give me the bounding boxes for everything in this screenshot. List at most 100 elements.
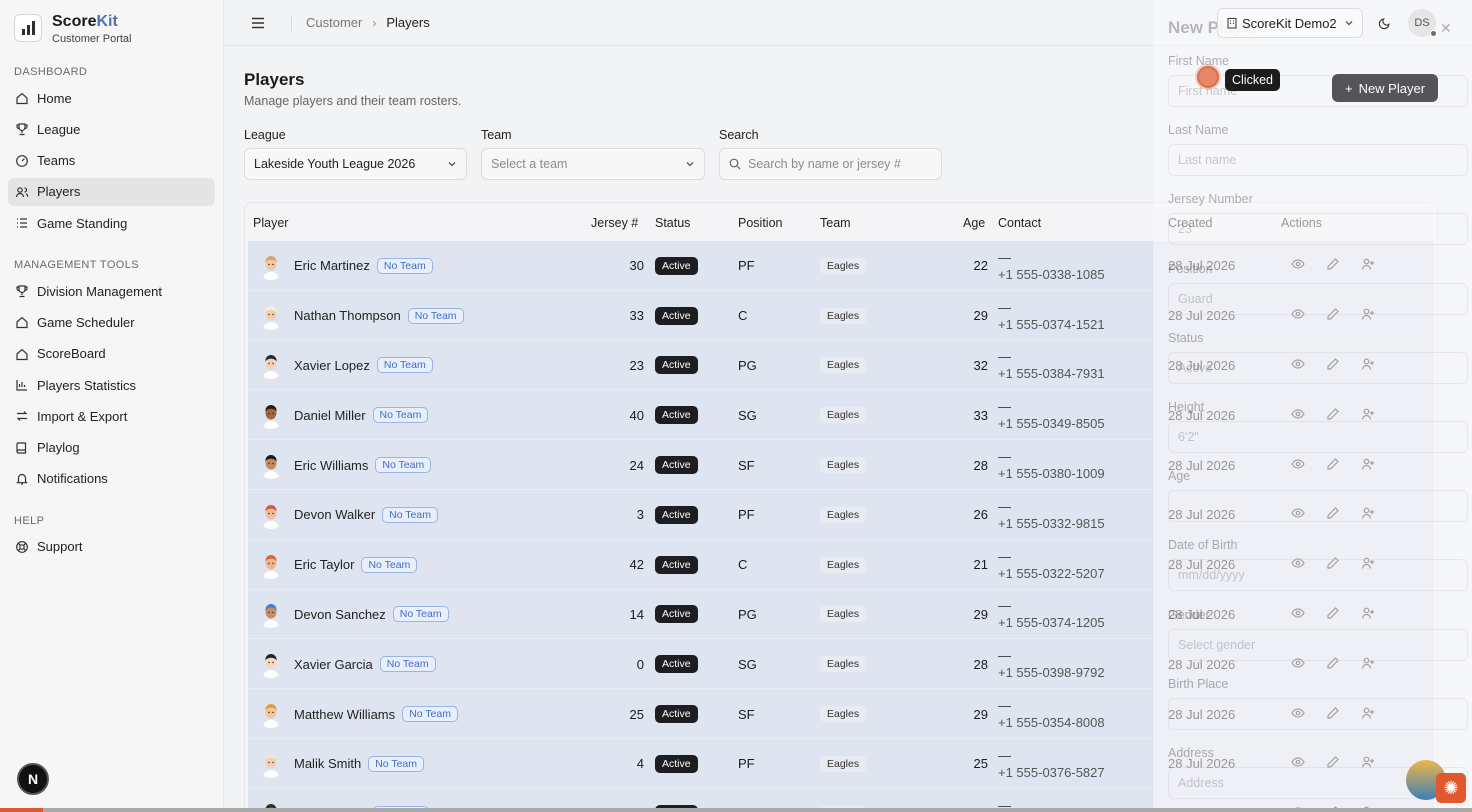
player-name[interactable]: Eric Williams [294,458,368,473]
status-cell: Active [655,390,698,440]
sidebar-item-players-statistics[interactable]: Players Statistics [8,371,215,399]
contact-cell: — +1 555-0380-1009 [998,440,1105,490]
brand[interactable]: ScoreKit Customer Portal [0,0,223,46]
sidebar-item-label: Game Scheduler [37,314,135,330]
jersey-number: 24 [629,457,644,473]
org-switcher[interactable]: ScoreKit Demo2 [1217,8,1363,38]
player-name[interactable]: Eric Taylor [294,557,354,572]
drawer-field-input[interactable]: Last name [1168,144,1468,177]
sidebar-item-import-export[interactable]: Import & Export [8,402,215,430]
team-select[interactable]: Select a team [481,148,705,180]
position: SF [738,457,755,473]
contact-email: — [998,648,1011,664]
status-cell: Active [655,490,698,540]
position: C [738,557,748,573]
age: 33 [973,407,988,423]
new-player-button[interactable]: + New Player [1332,74,1438,102]
player-name[interactable]: Devon Sanchez [294,607,386,622]
team-cell: Eagles [820,739,867,789]
player-name[interactable]: Xavier Lopez [294,358,370,373]
chevron-right-icon: › [372,15,377,30]
contact-cell: — +1 555-0374-1205 [998,590,1105,640]
drawer-field-input[interactable]: Select gender [1168,628,1468,661]
theme-toggle-moon-icon[interactable] [1374,12,1396,34]
age: 32 [973,357,988,373]
column-header-team: Team [820,216,851,230]
sidebar-item-game-standing[interactable]: Game Standing [8,209,215,237]
team-cell: Eagles [820,291,867,341]
drawer-field-input[interactable]: Guard [1168,282,1468,315]
sidebar-item-label: Teams [37,153,76,169]
status-cell: Active [655,639,698,689]
jersey-number: 40 [629,407,644,423]
jersey-number: 25 [629,706,644,722]
league-filter: League Lakeside Youth League 2026 [244,128,467,180]
player-name[interactable]: Eric Martinez [294,258,370,273]
bar-chart-logo-icon [14,14,42,42]
team-tag: Eagles [820,357,867,374]
breadcrumb-parent[interactable]: Customer [306,15,362,30]
league-select[interactable]: Lakeside Youth League 2026 [244,148,467,180]
player-name[interactable]: Daniel Miller [294,408,366,423]
close-icon[interactable]: ✕ [1440,20,1452,37]
contact-phone: +1 555-0354-8008 [998,715,1105,731]
sparkle-icon[interactable]: ✺ [1436,773,1466,803]
player-name[interactable]: Malik Smith [294,756,361,771]
sidebar-item-label: Game Standing [37,215,128,231]
status-cell: Active [655,291,698,341]
avatar [257,600,285,629]
drawer-field-input[interactable]: Active [1168,351,1468,384]
menu-icon[interactable] [250,15,266,31]
player-name[interactable]: Matthew Williams [294,707,395,722]
dev-tools-badge[interactable]: N [17,763,49,795]
sidebar-item-label: Support [37,539,83,555]
contact-phone: +1 555-0374-1205 [998,615,1105,631]
player-cell: Devon Walker No Team [257,490,438,540]
age: 25 [973,756,988,772]
sidebar-item-support[interactable]: Support [8,533,215,561]
player-name[interactable]: Devon Walker [294,507,375,522]
drawer-field-input[interactable] [1168,697,1468,730]
sidebar-item-league[interactable]: League [8,115,215,143]
drawer-field-label: Date of Birth [1168,538,1238,553]
team-cell: Eagles [820,490,867,540]
age: 29 [973,606,988,622]
contact-cell: — +1 555-0354-8008 [998,689,1105,739]
home-icon [15,315,29,329]
avatar [257,700,285,729]
sidebar-item-label: Players [37,184,81,200]
sidebar-item-players[interactable]: Players [8,177,215,206]
status-cell: Active [655,590,698,640]
team-tag: Eagles [820,506,867,523]
home-icon [15,91,29,105]
drawer-field-input[interactable]: mm/dd/yyyy [1168,559,1468,592]
sidebar-item-playlog[interactable]: Playlog [8,434,215,462]
sidebar-item-teams[interactable]: Teams [8,147,215,175]
player-name[interactable]: Nathan Thompson [294,308,401,323]
drawer-field-input[interactable]: 23 [1168,213,1468,246]
sidebar-item-scoreboard[interactable]: ScoreBoard [8,340,215,368]
search-label: Search [719,128,759,142]
league-label: League [244,128,286,142]
contact-cell: — +1 555-0374-1521 [998,291,1105,341]
chevron-down-icon [448,162,456,167]
users-icon [15,185,29,199]
position: PG [738,606,757,622]
column-header-player: Player [253,216,289,230]
sidebar-item-notifications[interactable]: Notifications [8,465,215,493]
sidebar-item-division-management[interactable]: Division Management [8,277,215,305]
search-input[interactable]: Search by name or jersey # [719,148,942,180]
sidebar-item-game-scheduler[interactable]: Game Scheduler [8,308,215,336]
contact-email: — [998,598,1011,614]
position: SG [738,656,757,672]
click-indicator [1197,66,1219,88]
status-badge: Active [655,655,698,674]
status-badge: Active [655,555,698,574]
player-cell: Devon Sanchez No Team [257,590,449,640]
drawer-field-input[interactable]: 6'2" [1168,421,1468,453]
contact-cell: — +1 555-0398-9792 [998,639,1105,689]
drawer-field-input[interactable] [1168,490,1468,523]
swap-icon [15,409,29,423]
sidebar-item-home[interactable]: Home [8,84,215,112]
player-name[interactable]: Xavier Garcia [294,657,373,672]
